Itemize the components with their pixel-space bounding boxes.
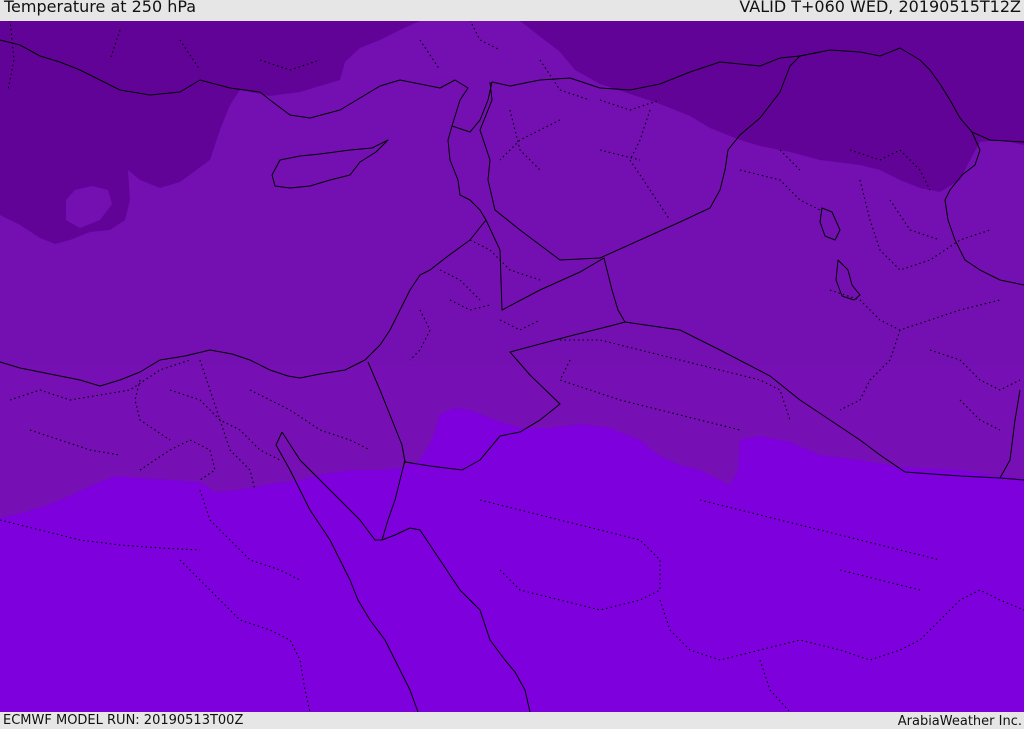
footer-bar: ECMWF MODEL RUN: 20190513T00Z ArabiaWeat…: [0, 712, 1024, 729]
credit-label: ArabiaWeather Inc.: [897, 714, 1022, 729]
valid-time-label: VALID T+060 WED, 20190515T12Z: [739, 0, 1021, 16]
forecast-map-frame: Temperature at 250 hPa VALID T+060 WED, …: [0, 0, 1024, 729]
temperature-map: [0, 21, 1024, 712]
map-title: Temperature at 250 hPa: [4, 0, 197, 16]
model-run-label: ECMWF MODEL RUN: 20190513T00Z: [3, 713, 244, 728]
map-canvas: [0, 21, 1024, 712]
header-bar: Temperature at 250 hPa VALID T+060 WED, …: [0, 0, 1024, 21]
